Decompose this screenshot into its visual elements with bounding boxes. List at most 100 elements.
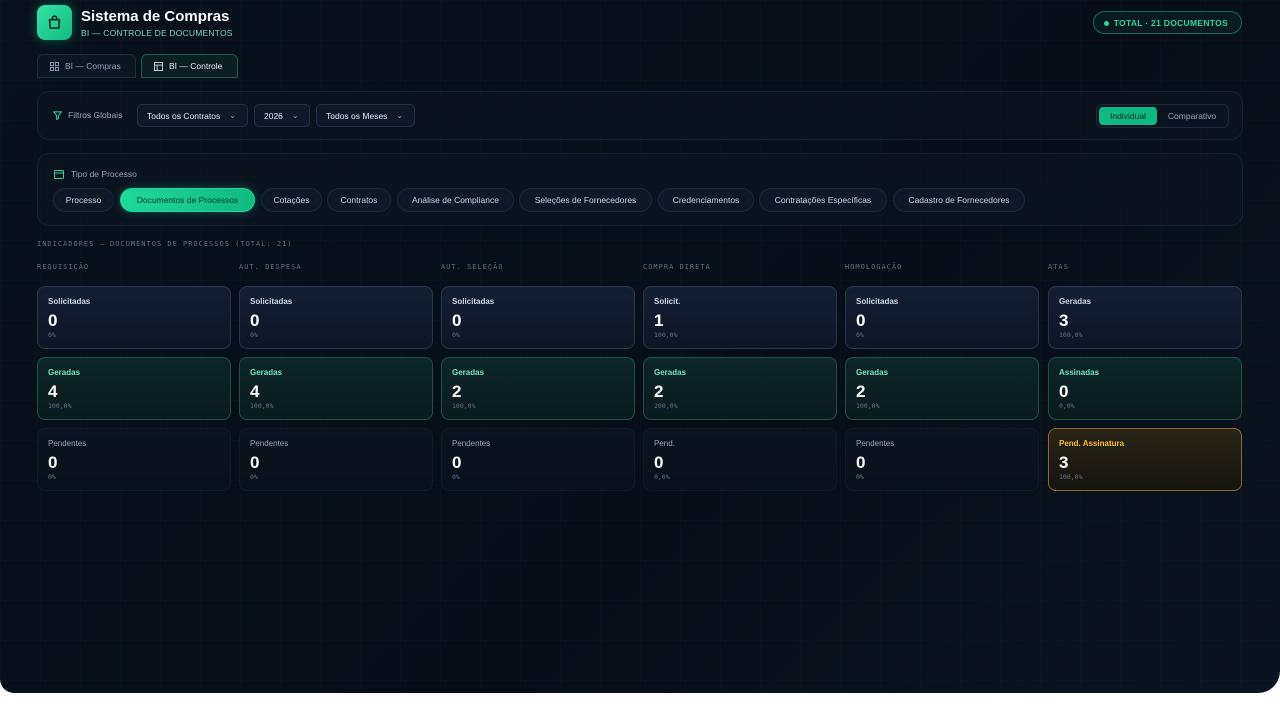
- view-mode-toggle: Individual Comparativo: [1096, 104, 1229, 128]
- indicator-card: Solicitadas 0 0%: [441, 286, 635, 349]
- chevron-down-icon: ⌄: [229, 111, 236, 120]
- indicator-value: 0: [250, 453, 260, 472]
- indicator-percent: 0%: [452, 473, 460, 481]
- indicator-card: Assinadas 0 0,0%: [1048, 357, 1242, 420]
- global-filters-panel: Filtros Globais Todos os Contratos ⌄ 2026…: [37, 91, 1243, 140]
- indicator-card: Pendentes 0 0%: [37, 428, 231, 491]
- indicator-value: 0: [48, 453, 58, 472]
- indicator-card: Geradas 4 100,0%: [37, 357, 231, 420]
- indicator-percent: 0%: [856, 473, 864, 481]
- indicator-label: Solicit.: [654, 297, 681, 306]
- process-type-title: Tipo de Processo: [54, 169, 137, 179]
- filter-icon: [53, 110, 62, 120]
- indicator-card: Solicitadas 0 0%: [37, 286, 231, 349]
- shopping-bag-icon: [37, 5, 72, 40]
- indicator-percent: 0%: [452, 331, 460, 339]
- column-label: REQUISIÇÃO: [37, 263, 90, 271]
- month-select[interactable]: Todos os Meses ⌄: [316, 104, 415, 127]
- indicator-value: 1: [654, 311, 664, 330]
- pill-analise-de-compliance[interactable]: Análise de Compliance: [397, 188, 514, 212]
- indicator-value: 0: [654, 453, 664, 472]
- year-select[interactable]: 2026 ⌄: [254, 104, 310, 127]
- indicator-value: 0: [250, 311, 260, 330]
- indicator-card: Geradas 4 100,0%: [239, 357, 433, 420]
- indicator-percent: 0,0%: [654, 473, 670, 481]
- table-icon: [154, 61, 163, 71]
- pill-contratos[interactable]: Contratos: [327, 188, 391, 212]
- pill-credenciamentos[interactable]: Credenciamentos: [658, 188, 754, 212]
- tab-bi-compras[interactable]: BI — Compras: [37, 54, 136, 78]
- indicator-percent: 0%: [48, 473, 56, 481]
- indicator-value: 2: [452, 382, 462, 401]
- indicator-card: Pendentes 0 0%: [239, 428, 433, 491]
- column-label: AUT. SELEÇÃO: [441, 263, 504, 271]
- indicator-label: Solicitadas: [856, 297, 899, 306]
- indicator-percent: 0,0%: [1059, 402, 1075, 410]
- tab-bi-compras-label: BI — Compras: [65, 61, 121, 71]
- pill-selecoes-de-fornecedores[interactable]: Seleções de Fornecedores: [519, 188, 652, 212]
- indicator-value: 0: [452, 453, 462, 472]
- indicator-card: Geradas 2 100,0%: [845, 357, 1039, 420]
- app-title: Sistema de Compras: [81, 8, 230, 25]
- indicator-label: Pendentes: [48, 439, 87, 448]
- indicator-label: Pendentes: [452, 439, 491, 448]
- indicator-value: 2: [654, 382, 664, 401]
- indicator-label: Geradas: [48, 368, 81, 377]
- global-filters-title: Filtros Globais: [53, 110, 122, 120]
- indicator-card: Geradas 3 100,0%: [1048, 286, 1242, 349]
- indicator-card: Geradas 2 200,0%: [643, 357, 837, 420]
- pill-documentos-de-processos[interactable]: Documentos de Processos: [120, 188, 255, 212]
- app-subtitle: BI — CONTROLE DE DOCUMENTOS: [81, 28, 233, 38]
- indicator-label: Pend. Assinatura: [1059, 439, 1125, 448]
- indicator-label: Geradas: [856, 368, 889, 377]
- indicator-value: 0: [452, 311, 462, 330]
- indicator-percent: 100,0%: [1059, 331, 1083, 339]
- indicator-card: Pendentes 0 0%: [845, 428, 1039, 491]
- indicator-label: Solicitadas: [250, 297, 293, 306]
- pill-cotacoes[interactable]: Cotações: [261, 188, 322, 212]
- total-documents-badge: TOTAL · 21 DOCUMENTOS: [1092, 11, 1242, 34]
- status-dot-icon: [1103, 21, 1109, 26]
- indicator-percent: 100,0%: [654, 331, 678, 339]
- tab-bi-controle-label: BI — Controle: [169, 61, 223, 71]
- indicators-section-label: INDICADORES — DOCUMENTOS DE PROCESSOS (T…: [37, 240, 293, 248]
- indicator-percent: 0%: [250, 473, 258, 481]
- indicator-percent: 100,0%: [856, 402, 880, 410]
- indicator-value: 0: [48, 311, 58, 330]
- indicator-label: Solicitadas: [48, 297, 91, 306]
- column-label: AUT. DESPESA: [239, 263, 302, 271]
- contract-select[interactable]: Todos os Contratos ⌄: [137, 104, 248, 127]
- pill-contratacoes-especificas[interactable]: Contratações Específicas: [759, 188, 887, 212]
- app-window: Sistema de Compras BI — CONTROLE DE DOCU…: [0, 0, 1280, 693]
- indicator-value: 4: [48, 382, 58, 401]
- column-label: COMPRA DIRETA: [643, 263, 711, 271]
- indicator-percent: 100,0%: [48, 402, 72, 410]
- indicator-card: Solicitadas 0 0%: [239, 286, 433, 349]
- indicator-card: Pend. Assinatura 3 100,0%: [1048, 428, 1242, 491]
- indicator-value: 3: [1059, 453, 1069, 472]
- indicator-percent: 200,0%: [654, 402, 678, 410]
- indicator-label: Geradas: [452, 368, 485, 377]
- view-comparativo-button[interactable]: Comparativo: [1159, 107, 1225, 125]
- process-type-panel: Tipo de Processo Processo Documentos de …: [37, 153, 1243, 226]
- view-individual-button[interactable]: Individual: [1099, 107, 1157, 125]
- indicator-label: Solicitadas: [452, 297, 495, 306]
- indicator-value: 4: [250, 382, 260, 401]
- pill-processo[interactable]: Processo: [53, 188, 114, 212]
- total-badge-label: TOTAL · 21 DOCUMENTOS: [1113, 17, 1228, 28]
- pill-cadastro-de-fornecedores[interactable]: Cadastro de Fornecedores: [893, 188, 1025, 212]
- indicator-card: Solicitadas 0 0%: [845, 286, 1039, 349]
- grid-icon: [50, 61, 59, 71]
- column-label: ATAS: [1048, 263, 1069, 271]
- indicator-label: Assinadas: [1059, 368, 1100, 377]
- indicator-card: Pendentes 0 0%: [441, 428, 635, 491]
- indicator-percent: 0%: [250, 331, 258, 339]
- indicator-label: Pendentes: [250, 439, 289, 448]
- indicator-card: Geradas 2 100,0%: [441, 357, 635, 420]
- tab-bi-controle[interactable]: BI — Controle: [141, 54, 238, 78]
- indicator-label: Geradas: [250, 368, 283, 377]
- indicator-label: Pendentes: [856, 439, 895, 448]
- indicator-card: Pend. 0 0,0%: [643, 428, 837, 491]
- indicator-value: 2: [856, 382, 866, 401]
- indicator-label: Geradas: [654, 368, 687, 377]
